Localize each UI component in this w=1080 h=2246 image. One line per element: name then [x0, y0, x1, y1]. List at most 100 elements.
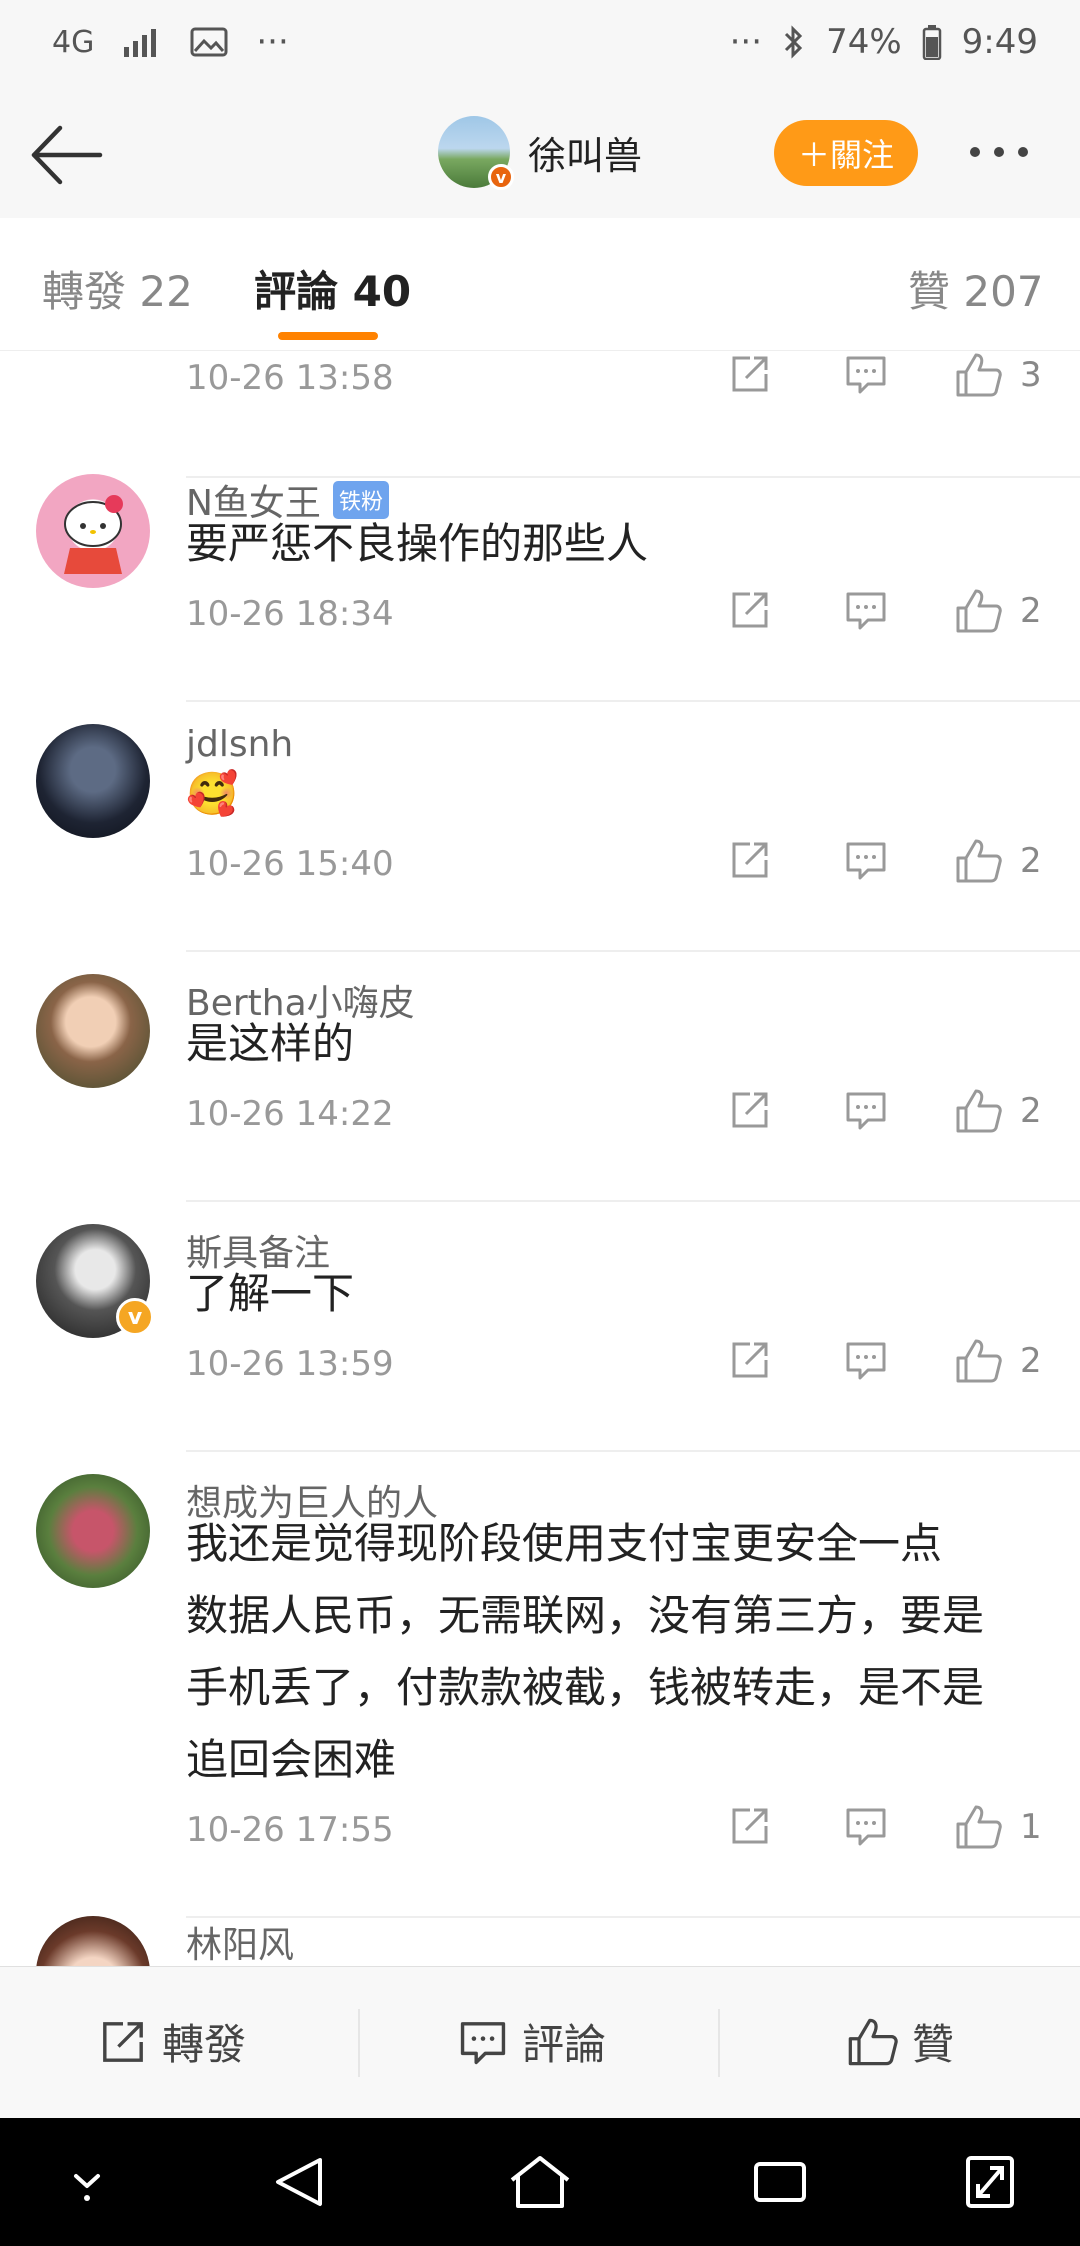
author-name[interactable]: 徐叫兽	[528, 125, 642, 180]
repost-icon[interactable]	[728, 1804, 772, 1848]
hello-kitty-avatar-image	[64, 495, 123, 574]
like-button[interactable]: 1	[954, 1804, 1042, 1850]
like-count: 1	[1020, 1807, 1042, 1847]
divider	[186, 950, 1080, 952]
network-indicator: 4G	[52, 24, 95, 60]
comment-icon[interactable]	[844, 838, 888, 882]
avatar[interactable]	[36, 1474, 150, 1588]
back-nav-icon[interactable]	[272, 2154, 328, 2210]
avatar[interactable]	[36, 724, 150, 838]
status-overflow: ···	[729, 22, 763, 62]
home-nav-icon[interactable]	[508, 2154, 572, 2210]
comment-icon[interactable]	[844, 1338, 888, 1382]
expand-icon[interactable]	[964, 2154, 1016, 2210]
battery-icon	[922, 25, 941, 60]
thumbs-up-icon	[956, 589, 1002, 633]
comment-time: 10-26 13:58	[186, 358, 394, 398]
comment-icon[interactable]	[844, 352, 888, 396]
bluetooth-icon	[785, 25, 803, 59]
more-options-icon[interactable]	[970, 132, 1050, 172]
tab-bar: 轉發 22 評論 40 贊 207	[0, 218, 1080, 351]
thumbs-up-icon	[956, 839, 1002, 883]
status-bar: 4G ··· ··· 74% 9:49	[0, 0, 1080, 92]
tab-likes[interactable]: 贊 207	[908, 258, 1044, 319]
back-arrow-icon[interactable]	[28, 122, 104, 188]
verified-badge-icon: v	[488, 164, 514, 190]
thumbs-up-icon	[848, 2018, 898, 2065]
like-label: 贊	[912, 2020, 955, 2069]
comment-time: 10-26 15:40	[186, 844, 394, 884]
like-count: 3	[1020, 355, 1042, 395]
comment-icon	[460, 2021, 506, 2064]
divider	[186, 700, 1080, 702]
thumbs-up-icon	[956, 1339, 1002, 1383]
comment-text-line: 手机丢了，付款款被截，钱被转走，是不是	[186, 1663, 985, 1712]
comment-text: 了解一下	[186, 1269, 355, 1318]
commenter-name[interactable]: 林阳风	[186, 1916, 294, 1966]
tab-comments[interactable]: 評論 40	[254, 258, 411, 319]
clock: 9:49	[961, 22, 1038, 62]
avatar[interactable]	[36, 1916, 150, 1966]
comment-time: 10-26 13:59	[186, 1344, 394, 1384]
hide-keyboard-icon[interactable]	[62, 2154, 112, 2210]
comment-text-line: 我还是觉得现阶段使用支付宝更安全一点	[186, 1519, 943, 1568]
like-button[interactable]: 2	[954, 1338, 1042, 1384]
divider	[186, 1450, 1080, 1452]
battery-percent: 74%	[826, 22, 902, 62]
like-button[interactable]: 2	[954, 1088, 1042, 1134]
comment-label: 評論	[522, 2020, 607, 2069]
like-bottom-button[interactable]: 贊	[846, 2011, 954, 2072]
repost-button[interactable]: 轉發	[98, 2011, 246, 2072]
bottom-action-bar: 轉發 評論 贊	[0, 1966, 1080, 2119]
repost-icon[interactable]	[728, 1088, 772, 1132]
like-button[interactable]: 2	[954, 588, 1042, 634]
comment-time: 10-26 14:22	[186, 1094, 394, 1134]
repost-icon[interactable]	[728, 1338, 772, 1382]
comment-list[interactable]: 10-26 13:58 3 N鱼女王 铁粉 要严惩不良操作的那些人 10-26 …	[0, 350, 1080, 1966]
like-button[interactable]: 2	[954, 838, 1042, 884]
notification-overflow: ···	[256, 22, 289, 62]
image-icon	[190, 27, 228, 57]
like-count: 2	[1020, 841, 1042, 881]
thumbs-up-icon	[956, 1805, 1002, 1849]
comment-icon[interactable]	[844, 588, 888, 632]
comment-text: 要严惩不良操作的那些人	[186, 519, 649, 568]
comment-icon[interactable]	[844, 1088, 888, 1132]
signal-icon	[124, 29, 157, 57]
avatar[interactable]: v	[36, 1224, 154, 1338]
like-button[interactable]: 3	[954, 352, 1042, 398]
system-navigation-bar	[0, 2118, 1080, 2246]
author-avatar[interactable]: v	[438, 116, 514, 190]
comment-text: 是这样的	[186, 1019, 355, 1068]
repost-icon	[103, 2021, 143, 2062]
like-count: 2	[1020, 1341, 1042, 1381]
comment-text-line: 数据人民币，无需联网，没有第三方，要是	[186, 1591, 985, 1640]
comment-text-line: 追回会困难	[186, 1735, 397, 1784]
follow-button[interactable]: ＋關注	[774, 120, 918, 186]
thumbs-up-icon	[956, 353, 1002, 397]
comment-emoji: 🥰	[186, 769, 239, 818]
top-nav-bar: v 徐叫兽 ＋關注	[0, 92, 1080, 219]
comment-time: 10-26 17:55	[186, 1810, 394, 1850]
repost-label: 轉發	[162, 2020, 247, 2069]
recent-apps-icon[interactable]	[752, 2154, 808, 2210]
like-count: 2	[1020, 1091, 1042, 1131]
divider	[718, 2009, 720, 2077]
comment-button[interactable]: 評論	[458, 2011, 606, 2072]
repost-icon[interactable]	[728, 352, 772, 396]
active-tab-indicator	[278, 332, 378, 340]
repost-icon[interactable]	[728, 838, 772, 882]
verified-badge-icon: v	[116, 1298, 154, 1336]
divider	[186, 1916, 1080, 1918]
thumbs-up-icon	[956, 1089, 1002, 1133]
tab-reposts[interactable]: 轉發 22	[42, 258, 193, 319]
divider	[186, 1200, 1080, 1202]
avatar[interactable]	[36, 974, 150, 1088]
comment-icon[interactable]	[844, 1804, 888, 1848]
like-count: 2	[1020, 591, 1042, 631]
author-info[interactable]: v 徐叫兽	[438, 116, 642, 190]
divider	[358, 2009, 360, 2077]
repost-icon[interactable]	[728, 588, 772, 632]
comment-text: 我还是觉得现阶段使用支付宝更安全一点 数据人民币，无需联网，没有第三方，要是 手…	[186, 1508, 1056, 1796]
avatar[interactable]	[36, 474, 150, 588]
